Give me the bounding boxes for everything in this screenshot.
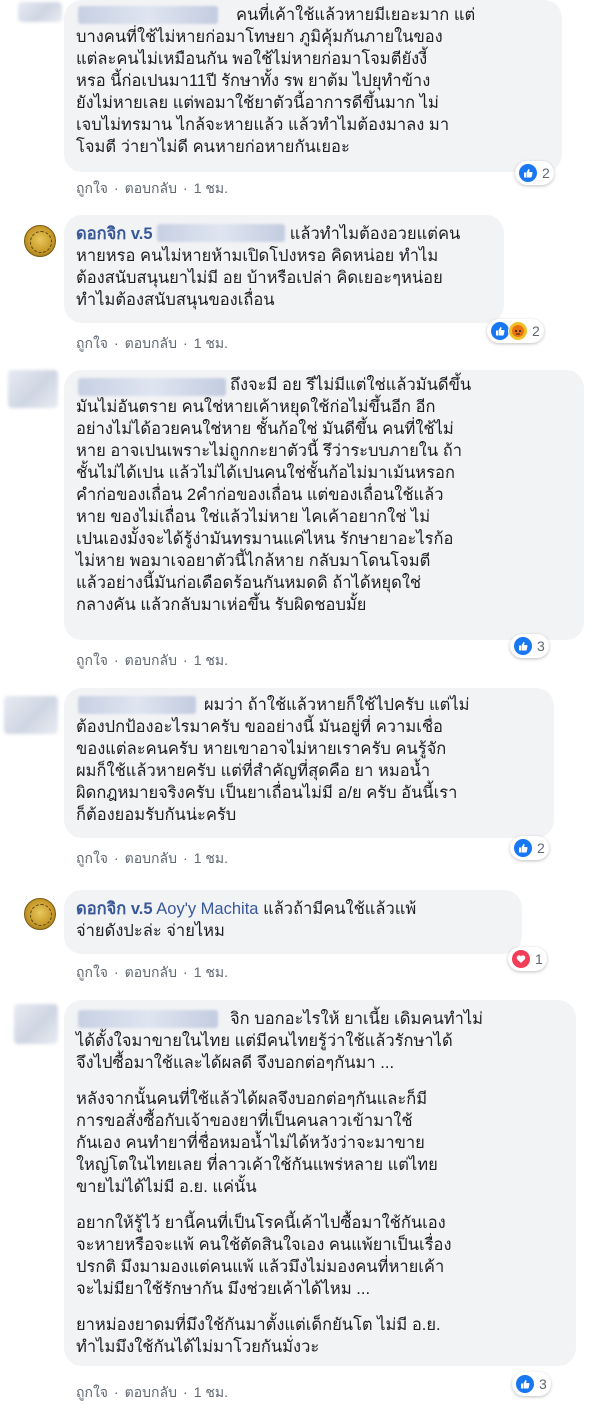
like-reaction-icon	[490, 321, 510, 341]
timestamp[interactable]: 1 ชม.	[194, 333, 228, 355]
comment-text: ยาหม่องยาดมที่มึงใช้กันมาตั้งแต่เด็กยันโ…	[76, 1316, 441, 1356]
avatar[interactable]	[18, 2, 62, 22]
reply-link[interactable]: ตอบกลับ	[125, 178, 177, 200]
timestamp[interactable]: 1 ชม.	[194, 848, 228, 870]
reaction-count: 2	[537, 840, 545, 856]
reaction-count: 2	[542, 165, 550, 181]
comment-bubble: ดอกจิก v.5 Aoy'y Machita แล้วถ้ามีคนใช้แ…	[64, 890, 522, 954]
blurred-author-name	[78, 1010, 218, 1028]
heart-reaction-icon	[511, 949, 531, 969]
tagged-user[interactable]: Aoy'y Machita	[156, 900, 258, 918]
reaction-count: 3	[537, 638, 545, 654]
comment-actions: ถูกใจ · ตอบกลับ · 1 ชม.	[76, 333, 228, 355]
comment-text: ดอกจิก v.5 แล้วทำไมต้องอวยแต่คน หายหรอ ค…	[76, 223, 492, 311]
reaction-summary[interactable]: 3	[512, 1372, 551, 1396]
comment-author[interactable]: ดอกจิก v.5	[76, 900, 153, 918]
comment-bubble: จิก บอกอะไรให้ ยาเนี้ย เดิมคนทำไม่ ได้ตั…	[64, 1000, 576, 1366]
reaction-count: 2	[532, 323, 540, 339]
avatar[interactable]	[8, 370, 58, 408]
reaction-summary[interactable]: 1	[508, 947, 547, 971]
like-reaction-icon	[513, 838, 533, 858]
angry-reaction-icon	[508, 321, 528, 341]
blurred-author-name	[78, 378, 226, 396]
like-reaction-icon	[515, 1374, 535, 1394]
like-reaction-icon	[518, 163, 538, 183]
avatar[interactable]	[14, 1004, 58, 1044]
avatar[interactable]	[24, 225, 56, 257]
comment-text: ถึงจะมี อย รึไม่มีแต่ใช่แล้วมันดีขึ้น มั…	[76, 376, 472, 614]
comment-bubble: คนที่เค้าใช้แล้วหายมีเยอะมาก แต่ บางคนที…	[64, 0, 562, 172]
comment-bubble: ดอกจิก v.5 แล้วทำไมต้องอวยแต่คน หายหรอ ค…	[64, 215, 504, 323]
comment-actions: ถูกใจ · ตอบกลับ · 1 ชม.	[76, 848, 228, 870]
avatar[interactable]	[24, 898, 56, 930]
comment-author[interactable]: ดอกจิก v.5	[76, 225, 153, 243]
comment-actions: ถูกใจ · ตอบกลับ · 1 ชม.	[76, 962, 228, 984]
like-link[interactable]: ถูกใจ	[76, 178, 108, 200]
like-reaction-icon	[513, 636, 533, 656]
comment-text: หลังจากนั้นคนที่ใช้แล้วได้ผลจึงบอกต่อๆกั…	[76, 1090, 438, 1196]
like-link[interactable]: ถูกใจ	[76, 333, 108, 355]
blurred-author-name	[78, 696, 196, 714]
reply-link[interactable]: ตอบกลับ	[125, 962, 177, 984]
like-link[interactable]: ถูกใจ	[76, 962, 108, 984]
reaction-summary[interactable]: 3	[510, 634, 549, 658]
timestamp[interactable]: 1 ชม.	[194, 178, 228, 200]
timestamp[interactable]: 1 ชม.	[194, 650, 228, 672]
reply-link[interactable]: ตอบกลับ	[125, 848, 177, 870]
reply-link[interactable]: ตอบกลับ	[125, 650, 177, 672]
like-link[interactable]: ถูกใจ	[76, 848, 108, 870]
like-link[interactable]: ถูกใจ	[76, 650, 108, 672]
reply-link[interactable]: ตอบกลับ	[125, 333, 177, 355]
reply-link[interactable]: ตอบกลับ	[125, 1382, 177, 1404]
comment-bubble: ผมว่า ถ้าใช้แล้วหายก็ใช้ไปครับ แต่ไม่ ต้…	[64, 688, 554, 838]
timestamp[interactable]: 1 ชม.	[194, 962, 228, 984]
like-link[interactable]: ถูกใจ	[76, 1382, 108, 1404]
comment-text: ดอกจิก v.5 Aoy'y Machita แล้วถ้ามีคนใช้แ…	[76, 898, 510, 942]
comment-text: คนที่เค้าใช้แล้วหายมีเยอะมาก แต่ บางคนที…	[76, 6, 476, 156]
reaction-count: 3	[539, 1376, 547, 1392]
reaction-summary[interactable]: 2	[510, 836, 549, 860]
blurred-author-name	[78, 6, 218, 24]
comment-actions: ถูกใจ · ตอบกลับ · 1 ชม.	[76, 178, 228, 200]
comment-text: อยากให้รู้ไว้ ยานี้คนที่เป็นโรคนี้เค้าไป…	[76, 1214, 452, 1298]
comment-bubble: ถึงจะมี อย รึไม่มีแต่ใช่แล้วมันดีขึ้น มั…	[64, 370, 584, 640]
avatar[interactable]	[4, 696, 58, 734]
reaction-summary[interactable]: 2	[487, 319, 544, 343]
reaction-summary[interactable]: 2	[515, 161, 554, 185]
timestamp[interactable]: 1 ชม.	[194, 1382, 228, 1404]
reaction-count: 1	[535, 951, 543, 967]
blurred-mention	[157, 224, 286, 242]
comment-actions: ถูกใจ · ตอบกลับ · 1 ชม.	[76, 650, 228, 672]
comment-actions: ถูกใจ · ตอบกลับ · 1 ชม.	[76, 1382, 228, 1404]
